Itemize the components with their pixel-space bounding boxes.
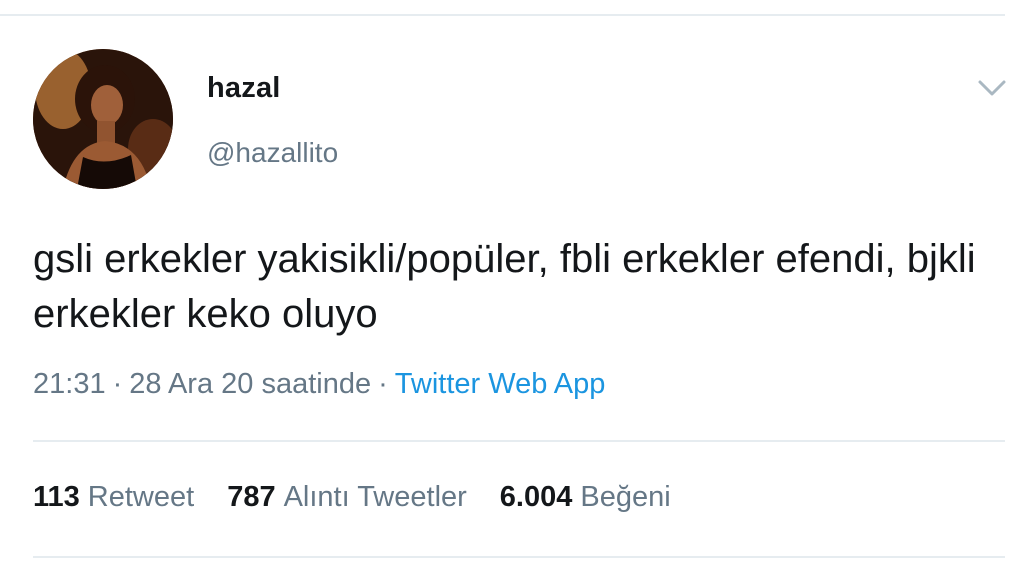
tweet-date[interactable]: 28 Ara 20 saatinde xyxy=(129,368,371,400)
retweet-count-label: Retweet xyxy=(87,481,195,513)
tweet-meta: 21:31 · 28 Ara 20 saatinde · Twitter Web App xyxy=(33,368,605,401)
chevron-down-icon[interactable] xyxy=(976,76,1008,100)
retweet-count[interactable]: 113 Retweet xyxy=(33,481,194,514)
retweet-count-number: 113 xyxy=(33,481,80,513)
tweet-stats: 113 Retweet 787 Alıntı Tweetler 6.004 Beğen… xyxy=(33,481,704,514)
top-divider xyxy=(0,14,1005,16)
display-name[interactable]: hazal xyxy=(207,72,281,105)
tweet-source-link[interactable]: Twitter Web App xyxy=(395,368,606,400)
tweet-text: gsli erkekler yakisikli/popüler, fbli er… xyxy=(33,237,976,336)
like-count-label: Beğeni xyxy=(580,481,671,513)
like-count[interactable]: 6.004 Beğeni xyxy=(500,481,671,514)
avatar[interactable] xyxy=(33,49,173,189)
user-handle[interactable]: @hazallito xyxy=(207,137,338,169)
stats-divider-top xyxy=(33,440,1005,442)
quote-tweet-count[interactable]: 787 Alıntı Tweetler xyxy=(227,481,467,514)
tweet-time[interactable]: 21:31 xyxy=(33,368,106,400)
avatar-photo xyxy=(33,49,173,189)
like-count-number: 6.004 xyxy=(499,481,573,513)
quote-tweet-count-label: Alıntı Tweetler xyxy=(283,481,467,513)
meta-separator: · xyxy=(112,368,123,400)
quote-tweet-count-number: 787 xyxy=(227,481,276,513)
stats-divider-bottom xyxy=(33,556,1005,558)
meta-separator: · xyxy=(378,368,388,400)
